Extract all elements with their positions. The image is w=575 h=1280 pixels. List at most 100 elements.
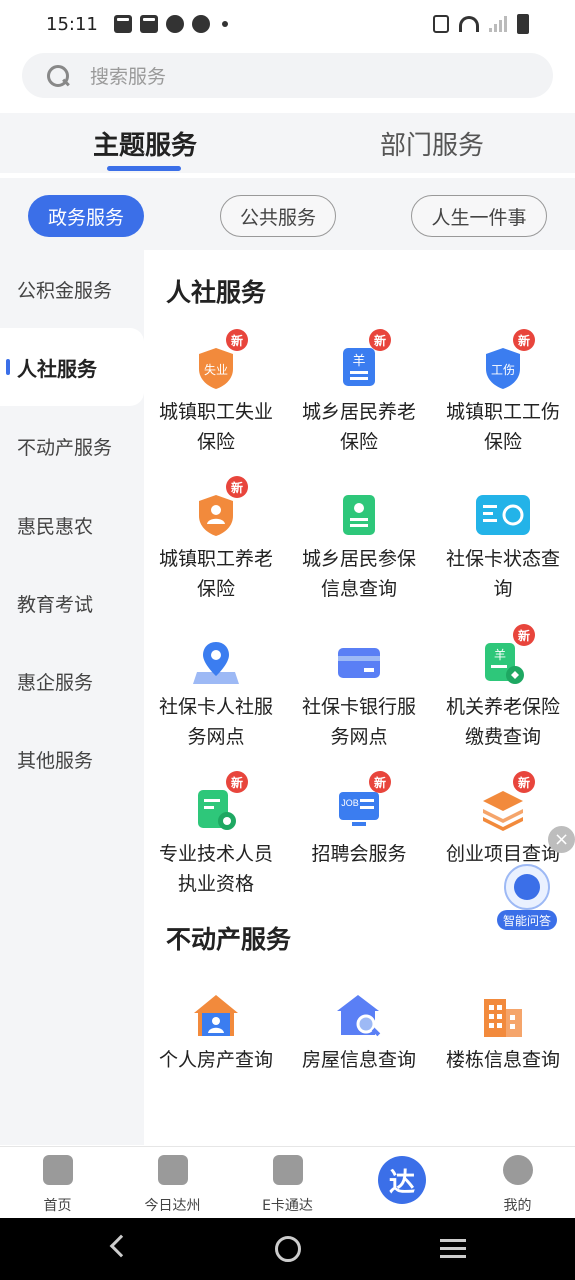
active-sidebar-indicator (6, 359, 10, 375)
service-label: 社保卡人社服务网点 (158, 696, 273, 748)
nav-ecard[interactable]: E卡通达 (230, 1147, 345, 1219)
work-injury-shield-icon: 工伤 新 (480, 329, 535, 391)
service-content: 人社服务 失业 新 城镇职工失业保险 羊 新 城乡居民养老保险 工伤 新 城镇职… (144, 250, 575, 1145)
qr-code-icon (272, 1155, 303, 1185)
sidebar-item-education[interactable]: 教育考试 (0, 564, 144, 642)
tab-theme-services[interactable]: 主题服务 (93, 125, 197, 162)
notification-bag-icon (139, 15, 158, 33)
pill-public-services[interactable]: 公共服务 (220, 195, 336, 237)
job-fair-icon: JOB 新 (336, 771, 391, 833)
location-pin-icon (193, 640, 239, 686)
da-logo-icon[interactable]: 达 (378, 1156, 426, 1204)
nav-label: 我的 (503, 1198, 532, 1214)
assistant-robot-icon[interactable] (504, 864, 550, 910)
service-label: 创业项目查询 (445, 843, 560, 865)
service-employee-pension[interactable]: 新 城镇职工养老保险 (144, 476, 288, 604)
system-status-icons (433, 14, 529, 34)
tab-department-services[interactable]: 部门服务 (380, 125, 484, 162)
new-badge: 新 (226, 329, 248, 351)
sidebar: 公积金服务 人社服务 不动产服务 惠民惠农 教育考试 惠企服务 其他服务 (0, 250, 144, 1145)
sidebar-item-social-security[interactable]: 人社服务 (0, 328, 144, 406)
close-icon[interactable]: × (548, 826, 575, 853)
category-pills: 政务服务 公共服务 人生一件事 (0, 178, 575, 250)
sidebar-item-agriculture[interactable]: 惠民惠农 (0, 486, 144, 564)
svg-text:工伤: 工伤 (491, 363, 515, 377)
sidebar-item-enterprise[interactable]: 惠企服务 (0, 642, 144, 720)
status-time: 15:11 (46, 13, 98, 35)
nav-label: 今日达州 (144, 1198, 201, 1214)
system-nav-bar (0, 1218, 575, 1280)
more-notifications-icon (221, 21, 228, 27)
smart-qa-label[interactable]: 智能问答 (497, 910, 557, 930)
search-input[interactable]: 搜索服务 (90, 62, 166, 89)
service-label: 个人房产查询 (158, 1049, 273, 1071)
service-personal-property-query[interactable]: 个人房产查询 (144, 993, 288, 1075)
home-pavilion-icon (42, 1155, 73, 1185)
home-person-icon (193, 993, 239, 1039)
service-bank-outlets[interactable]: 社保卡银行服务网点 (287, 640, 431, 752)
signal-icon (489, 16, 507, 32)
sidebar-item-label: 公积金服务 (17, 279, 113, 302)
sidebar-item-label: 人社服务 (17, 356, 97, 381)
play-screen-icon (157, 1155, 188, 1185)
certificate-icon: 新 (193, 771, 248, 833)
insured-info-icon (336, 492, 382, 538)
card-status-icon (476, 492, 530, 538)
sidebar-item-real-estate[interactable]: 不动产服务 (0, 407, 144, 485)
status-bar: 15:11 (0, 0, 575, 48)
layers-icon: 新 (480, 771, 535, 833)
nav-label: 首页 (43, 1198, 72, 1214)
service-insured-info-query[interactable]: 城乡居民参保信息查询 (287, 492, 431, 604)
svg-text:JOB: JOB (341, 798, 359, 808)
new-badge: 新 (226, 476, 248, 498)
service-label: 社保卡状态查询 (445, 548, 560, 600)
service-label: 城镇职工工伤保险 (445, 401, 560, 453)
menu-icon[interactable] (440, 1239, 466, 1259)
battery-icon (517, 14, 529, 34)
nav-home[interactable]: 首页 (0, 1147, 115, 1219)
vibrate-icon (433, 15, 449, 33)
service-resident-pension[interactable]: 羊 新 城乡居民养老保险 (287, 329, 431, 457)
pill-life-events[interactable]: 人生一件事 (411, 195, 547, 237)
service-job-fair[interactable]: JOB 新 招聘会服务 (287, 771, 431, 869)
notification-compass-icon (165, 15, 184, 33)
nav-mine[interactable]: 我的 (460, 1147, 575, 1219)
service-label: 城镇职工养老保险 (158, 548, 273, 600)
service-unemployment-insurance[interactable]: 失业 新 城镇职工失业保险 (144, 329, 288, 457)
search-icon (46, 64, 70, 88)
service-card-status-query[interactable]: 社保卡状态查询 (431, 492, 575, 604)
home-circle-icon[interactable] (275, 1236, 301, 1262)
new-badge: 新 (513, 624, 535, 646)
service-label: 社保卡银行服务网点 (301, 696, 416, 748)
notification-icons (113, 15, 228, 33)
service-hr-outlets[interactable]: 社保卡人社服务网点 (144, 640, 288, 752)
svg-text:羊: 羊 (494, 647, 506, 662)
service-label: 城乡居民参保信息查询 (301, 548, 416, 600)
bottom-nav: 首页 今日达州 E卡通达 我的 (0, 1146, 575, 1218)
pill-government-services[interactable]: 政务服务 (28, 195, 144, 237)
service-work-injury-insurance[interactable]: 工伤 新 城镇职工工伤保险 (431, 329, 575, 457)
service-professional-qualification[interactable]: 新 专业技术人员执业资格 (144, 771, 288, 899)
payment-doc-icon: 羊 新 (480, 624, 535, 686)
section-title-social-security: 人社服务 (166, 278, 267, 307)
unemployment-shield-icon: 失业 新 (193, 329, 248, 391)
top-tabs: 主题服务 部门服务 (0, 113, 575, 173)
service-label: 房屋信息查询 (301, 1049, 416, 1071)
service-institution-pension-query[interactable]: 羊 新 机关养老保险缴费查询 (431, 624, 575, 752)
sidebar-item-other[interactable]: 其他服务 (0, 720, 144, 798)
new-badge: 新 (226, 771, 248, 793)
sidebar-item-housing-fund[interactable]: 公积金服务 (0, 250, 144, 328)
bank-card-icon (336, 640, 382, 686)
sidebar-item-label: 惠民惠农 (17, 515, 94, 538)
new-badge: 新 (513, 771, 535, 793)
active-tab-indicator (107, 166, 181, 171)
building-icon (480, 993, 526, 1039)
back-icon[interactable] (109, 1234, 133, 1258)
nav-today-dazhou[interactable]: 今日达州 (115, 1147, 230, 1219)
service-house-info-query[interactable]: 房屋信息查询 (287, 993, 431, 1075)
notification-compass-icon (191, 15, 210, 33)
sidebar-item-label: 不动产服务 (17, 436, 113, 459)
search-bar[interactable]: 搜索服务 (22, 53, 553, 98)
service-building-info-query[interactable]: 楼栋信息查询 (431, 993, 575, 1075)
sidebar-item-label: 其他服务 (17, 749, 94, 772)
